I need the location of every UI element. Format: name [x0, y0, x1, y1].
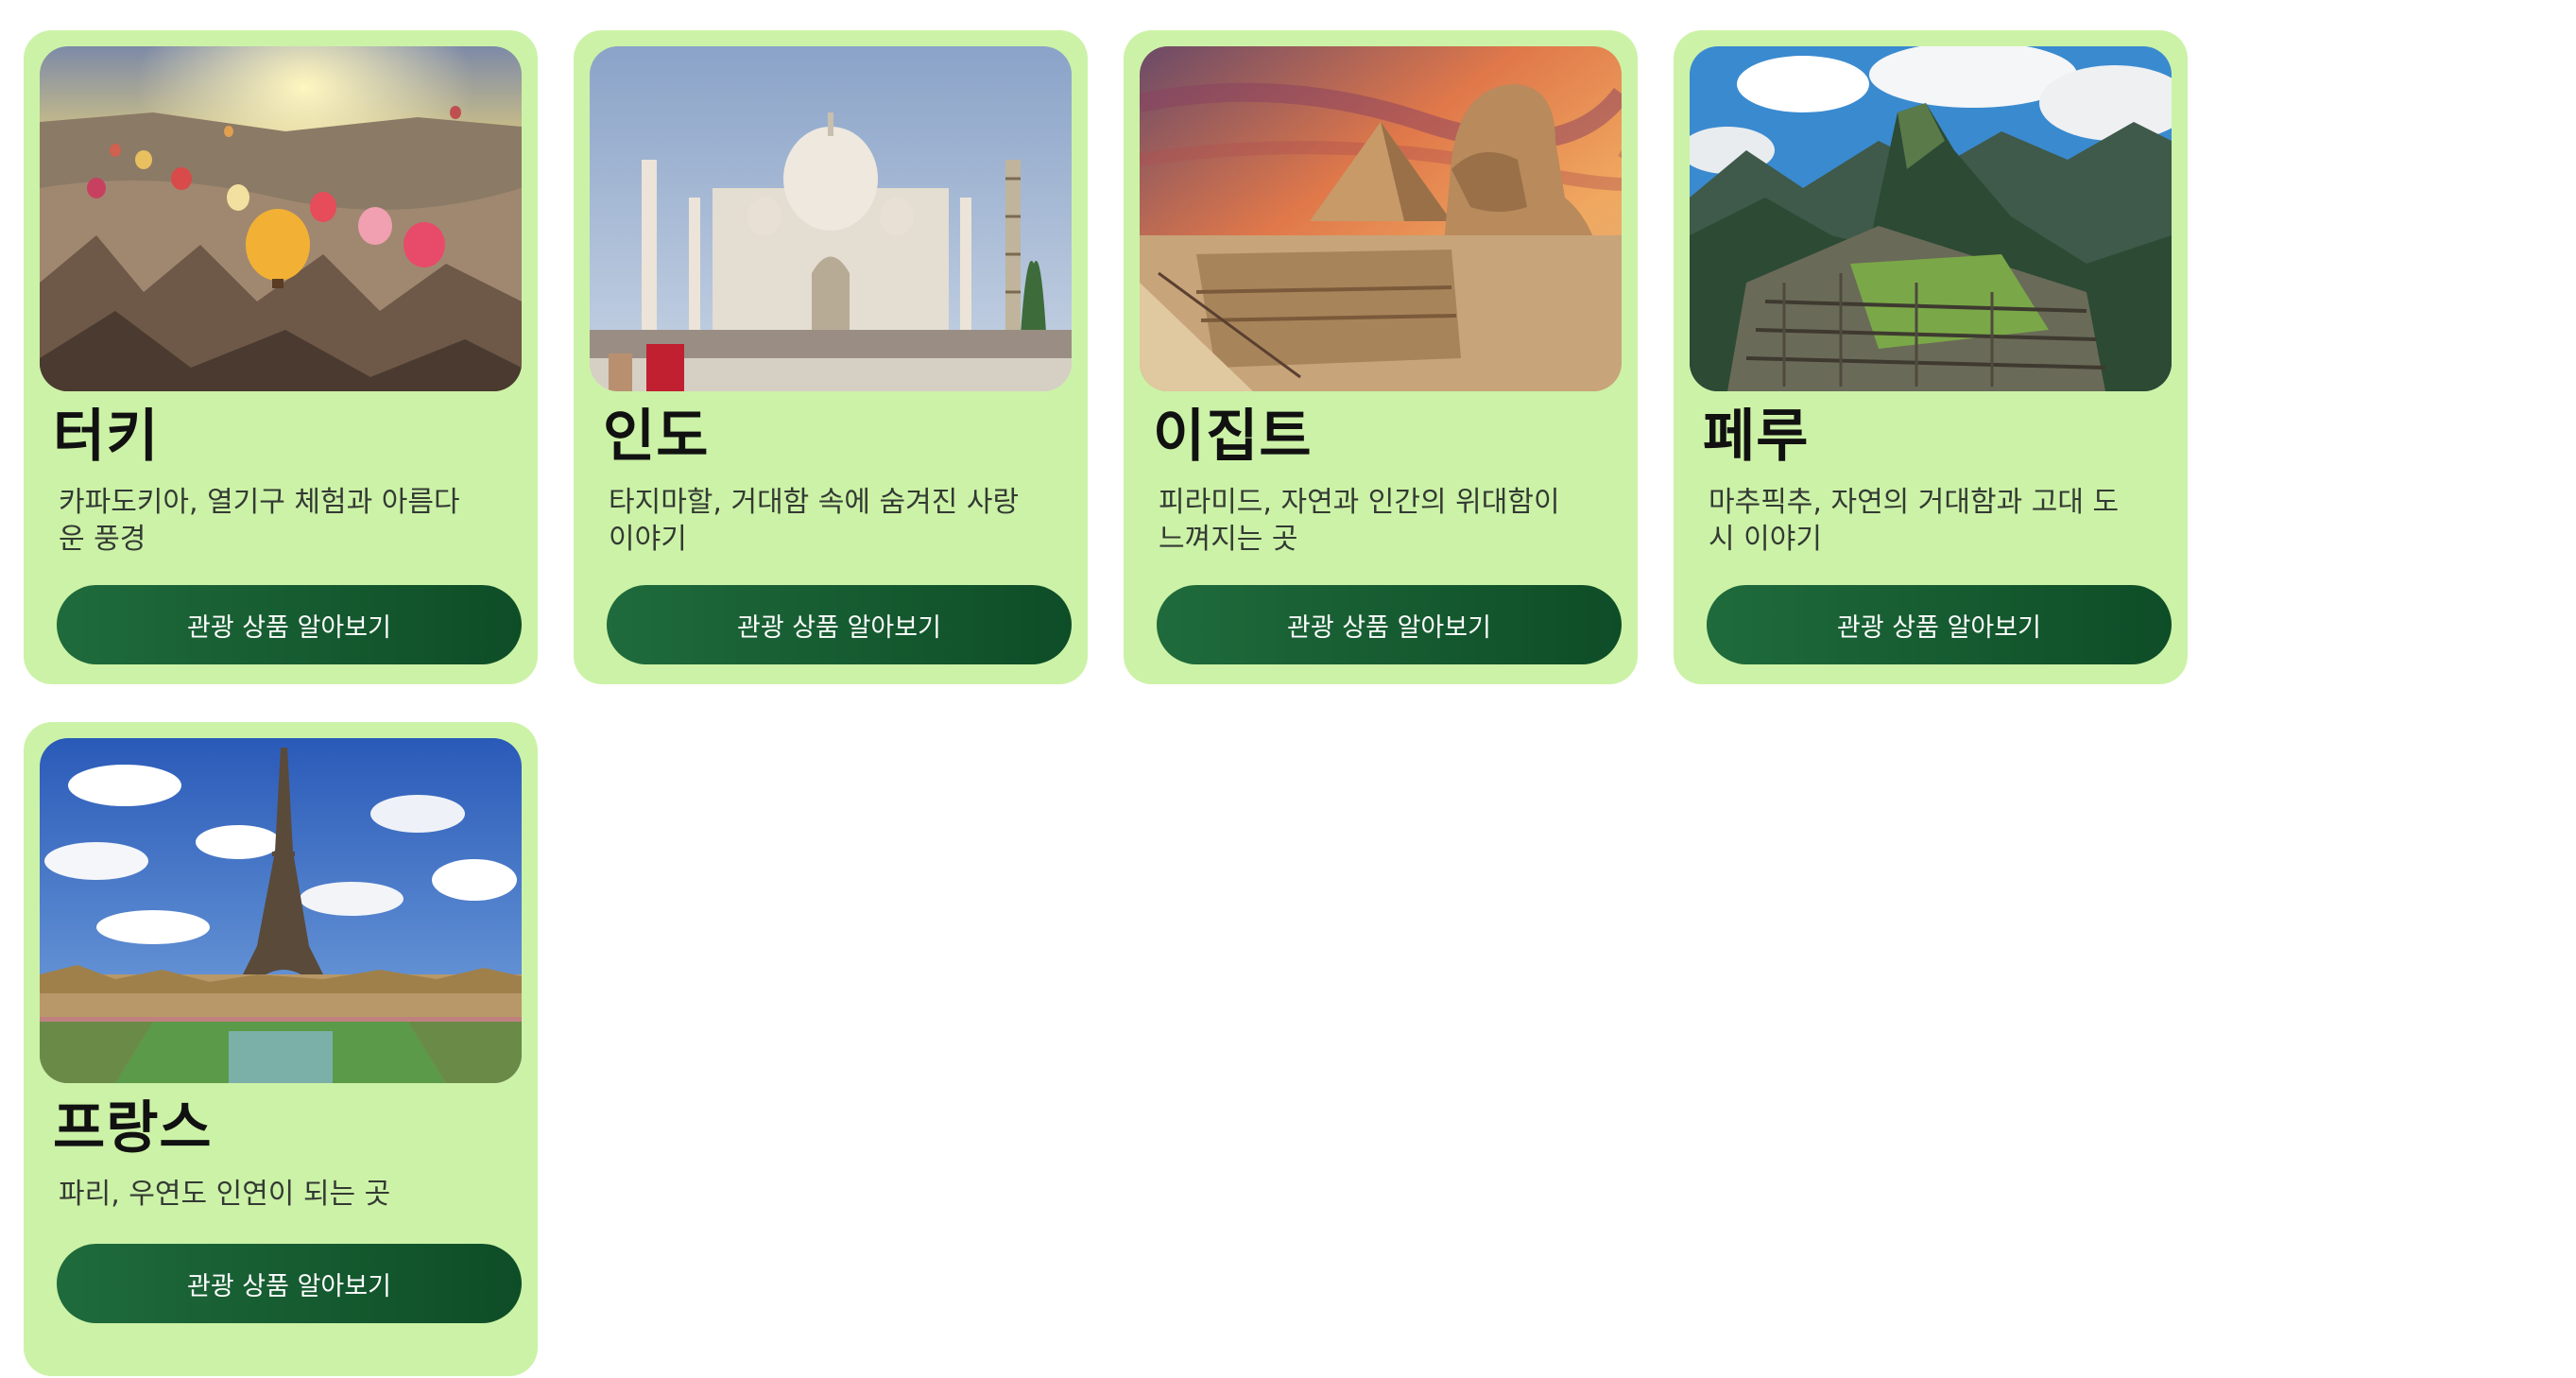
destination-grid: 터키 카파도키아, 열기구 체험과 아름다운 풍경 관광 상품 알아보기 인도 …: [24, 30, 2188, 1376]
card-title: 프랑스: [53, 1095, 213, 1162]
destination-card-france: 프랑스 파리, 우연도 인연이 되는 곳 관광 상품 알아보기: [24, 722, 538, 1376]
card-title: 인도: [603, 404, 710, 470]
eiffel-tower-photo: [40, 738, 522, 1083]
card-title: 페루: [1703, 404, 1810, 470]
explore-tours-button[interactable]: 관광 상품 알아보기: [57, 1244, 522, 1323]
hot-air-balloons-photo: [40, 46, 522, 391]
card-title: 터키: [53, 404, 160, 470]
explore-tours-button[interactable]: 관광 상품 알아보기: [1157, 585, 1622, 664]
destination-card-peru: 페루 마추픽추, 자연의 거대함과 고대 도시 이야기 관광 상품 알아보기: [1674, 30, 2188, 684]
card-description: 파리, 우연도 인연이 되는 곳: [59, 1178, 391, 1211]
destination-card-egypt: 이집트 피라미드, 자연과 인간의 위대함이 느껴지는 곳 관광 상품 알아보기: [1124, 30, 1638, 684]
machu-picchu-photo: [1690, 46, 2172, 391]
explore-tours-button[interactable]: 관광 상품 알아보기: [57, 585, 522, 664]
card-description: 피라미드, 자연과 인간의 위대함이 느껴지는 곳: [1159, 486, 1560, 556]
destination-card-turkey: 터키 카파도키아, 열기구 체험과 아름다운 풍경 관광 상품 알아보기: [24, 30, 538, 684]
card-title: 이집트: [1153, 404, 1313, 470]
card-description: 마추픽추, 자연의 거대함과 고대 도시 이야기: [1709, 486, 2120, 556]
pyramid-sphinx-photo: [1140, 46, 1622, 391]
taj-mahal-photo: [590, 46, 1072, 391]
card-description: 카파도키아, 열기구 체험과 아름다운 풍경: [59, 486, 460, 556]
destination-card-india: 인도 타지마할, 거대함 속에 숨겨진 사랑 이야기 관광 상품 알아보기: [574, 30, 1088, 684]
explore-tours-button[interactable]: 관광 상품 알아보기: [1707, 585, 2172, 664]
explore-tours-button[interactable]: 관광 상품 알아보기: [607, 585, 1072, 664]
card-description: 타지마할, 거대함 속에 숨겨진 사랑 이야기: [609, 486, 1020, 556]
